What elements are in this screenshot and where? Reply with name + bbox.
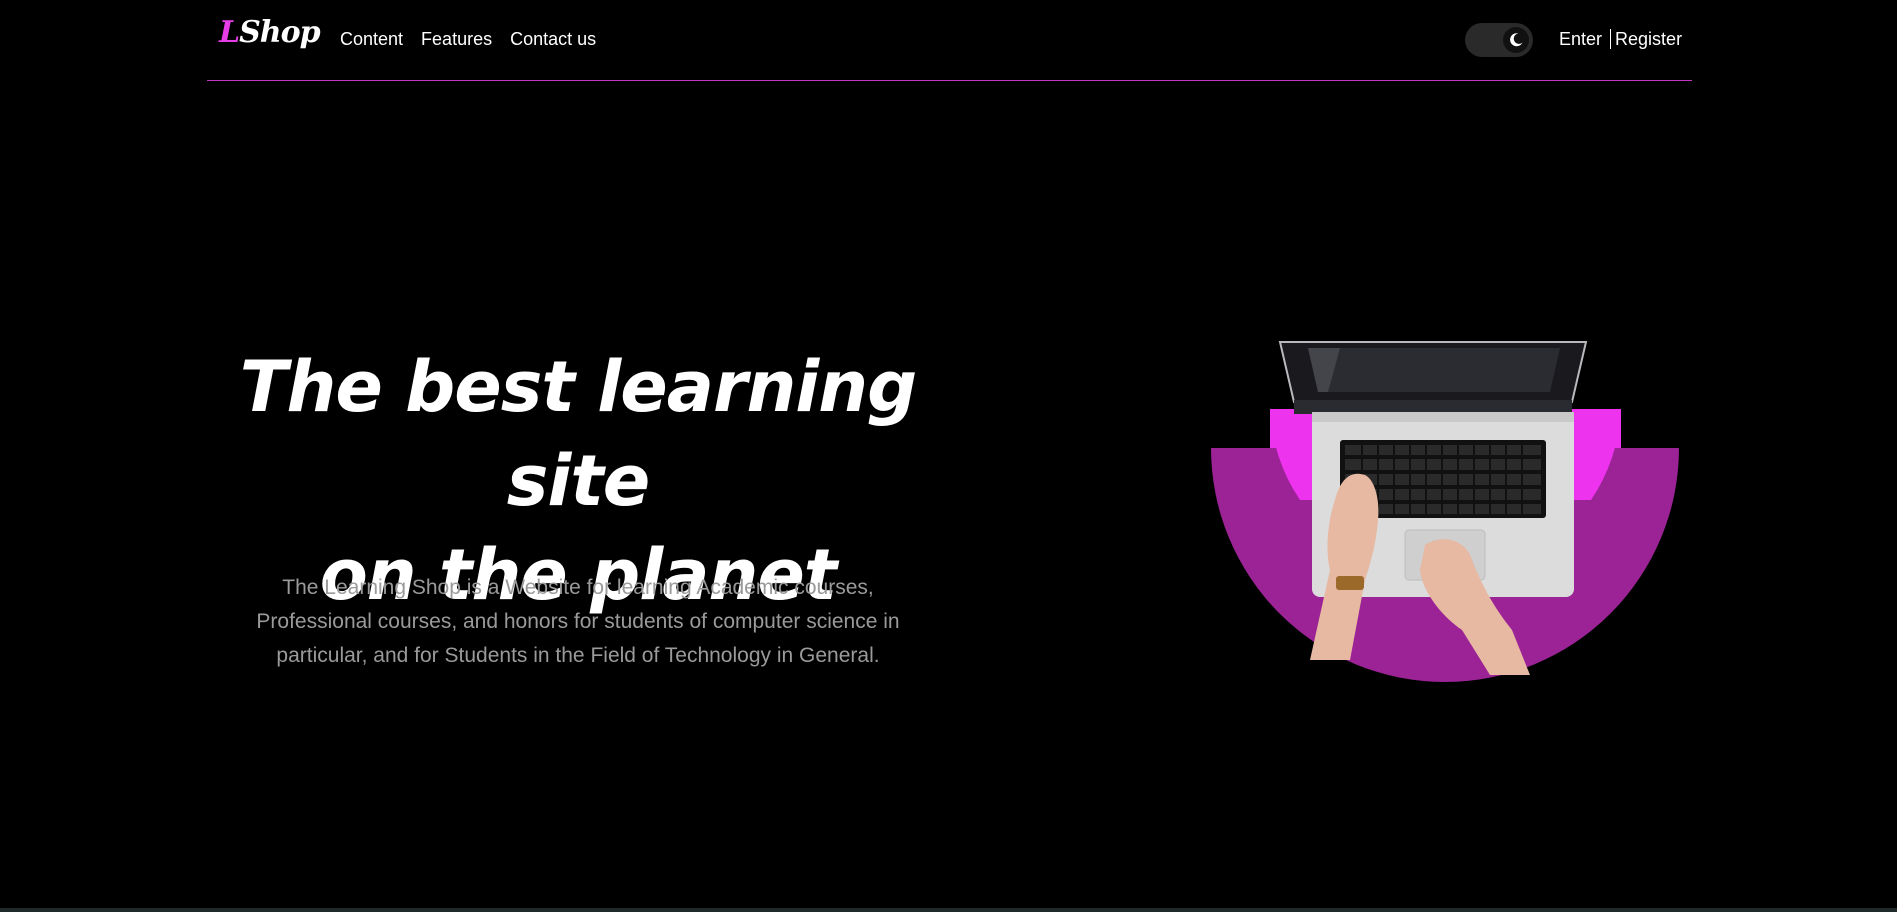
hero-description-line2: Professional courses, and honors for stu… — [256, 610, 900, 633]
hero-image — [1200, 330, 1690, 690]
landing-page: LShop Content Features Contact us Enter … — [0, 0, 1897, 912]
logo-text: Shop — [239, 15, 320, 50]
enter-link[interactable]: Enter — [1559, 28, 1602, 50]
nav-link-features[interactable]: Features — [421, 28, 492, 50]
moon-icon — [1510, 33, 1523, 47]
toggle-knob — [1503, 27, 1529, 53]
hero-description-line1: The Learning Shop is a Website for learn… — [282, 576, 874, 599]
page-bottom-strip — [0, 908, 1897, 912]
auth-links: Enter Register — [1559, 28, 1682, 50]
logo-letter: L — [219, 15, 240, 50]
hero-description-line3: particular, and for Students in the Fiel… — [276, 644, 880, 667]
nav-link-content[interactable]: Content — [340, 28, 403, 50]
nav-link-contact-us[interactable]: Contact us — [510, 28, 596, 50]
logo[interactable]: LShop — [219, 15, 321, 50]
auth-separator — [1610, 29, 1612, 49]
hero-title-line1: The best learning site — [239, 346, 918, 522]
hero-description: The Learning Shop is a Website for learn… — [228, 571, 928, 673]
nav-links: Content Features Contact us — [340, 28, 596, 50]
theme-toggle[interactable] — [1465, 23, 1533, 57]
laptop-typing-illustration — [1211, 341, 1679, 682]
navbar: LShop Content Features Contact us Enter … — [207, 0, 1692, 81]
register-link[interactable]: Register — [1615, 28, 1682, 50]
